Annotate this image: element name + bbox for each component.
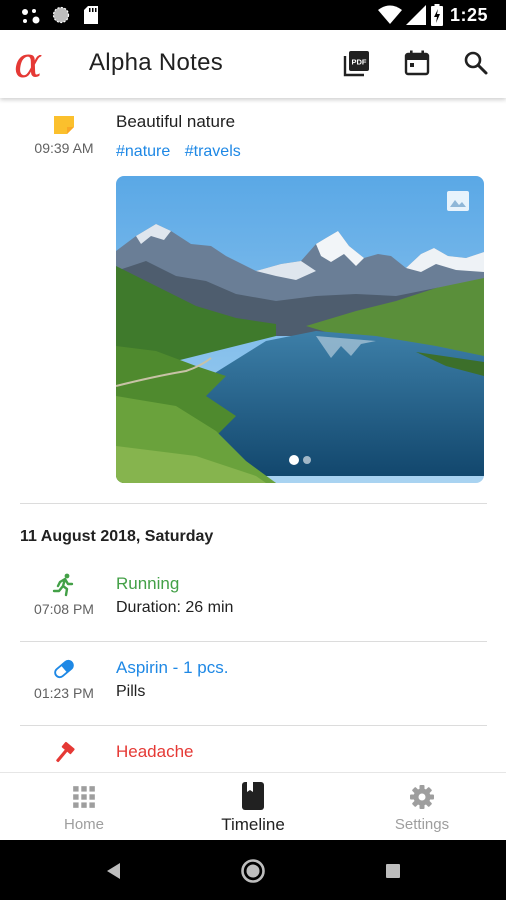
app-bar: α Alpha Notes PDF [0, 30, 506, 98]
date-header: 11 August 2018, Saturday [20, 528, 214, 545]
timeline-content[interactable]: 09:39 AM Beautiful nature #nature #trave… [0, 98, 506, 772]
mountain-lake-image [116, 176, 484, 483]
back-triangle-icon [107, 863, 120, 879]
divider [20, 725, 487, 726]
entry-subtitle: Duration: 26 min [116, 599, 234, 616]
nav-settings[interactable]: Settings [338, 773, 506, 841]
nav-label: Home [63, 816, 104, 833]
app-logo[interactable]: α [14, 40, 42, 86]
image-gallery-icon[interactable] [446, 190, 470, 212]
grid-icon [73, 786, 95, 808]
nav-timeline[interactable]: Timeline [169, 773, 337, 841]
calendar-button[interactable] [402, 48, 432, 78]
divider [20, 641, 487, 642]
divider [20, 503, 487, 504]
nav-home[interactable]: Home [0, 773, 168, 841]
pill-icon [54, 659, 74, 679]
system-navigation-bar [0, 840, 506, 900]
entry-time: 09:39 AM [34, 140, 94, 156]
search-icon [464, 51, 488, 75]
sd-card-icon [84, 6, 98, 24]
entry-title: Running [116, 574, 180, 593]
tag-list: #nature #travels [116, 143, 251, 161]
running-icon [52, 573, 74, 597]
signal-icon [406, 5, 426, 25]
pdf-export-button[interactable]: PDF [342, 48, 372, 78]
sync-circle-icon [52, 6, 70, 24]
entry-title: Beautiful nature [116, 112, 236, 131]
entry-title: Aspirin - 1 pcs. [116, 658, 229, 677]
entry-time: 07:08 PM [34, 601, 94, 617]
entry-title: Headache [116, 742, 194, 761]
tag-nature[interactable]: #nature [116, 143, 170, 160]
home-circle-icon [241, 859, 265, 883]
entry-subtitle: Pills [116, 683, 146, 700]
pager-dot[interactable] [303, 456, 311, 464]
status-time: 1:25 [449, 5, 488, 25]
calendar-icon [404, 50, 430, 76]
nature-photo[interactable] [116, 176, 484, 483]
recents-square-icon [386, 864, 400, 878]
book-icon [242, 782, 264, 810]
recents-button[interactable] [380, 858, 406, 884]
photo-pager [289, 455, 311, 465]
battery-icon [431, 4, 443, 26]
app-title: Alpha Notes [89, 49, 224, 76]
nav-label: Settings [394, 816, 450, 833]
hammer-icon [56, 741, 75, 763]
assistant-dots-icon [22, 9, 40, 24]
note-icon [54, 116, 74, 134]
wifi-icon [378, 5, 402, 24]
search-button[interactable] [461, 48, 491, 78]
svg-text:PDF: PDF [352, 58, 367, 67]
home-button[interactable] [240, 858, 266, 884]
bottom-navigation: Home Timeline Settings [0, 772, 506, 840]
gear-icon [410, 785, 434, 809]
pager-dot-active[interactable] [289, 455, 299, 465]
entry-time: 01:23 PM [34, 685, 94, 701]
back-button[interactable] [100, 858, 126, 884]
nav-label: Timeline [221, 815, 285, 834]
pdf-icon: PDF [343, 51, 369, 77]
tag-travels[interactable]: #travels [185, 143, 241, 160]
status-bar: 1:25 [0, 0, 506, 30]
